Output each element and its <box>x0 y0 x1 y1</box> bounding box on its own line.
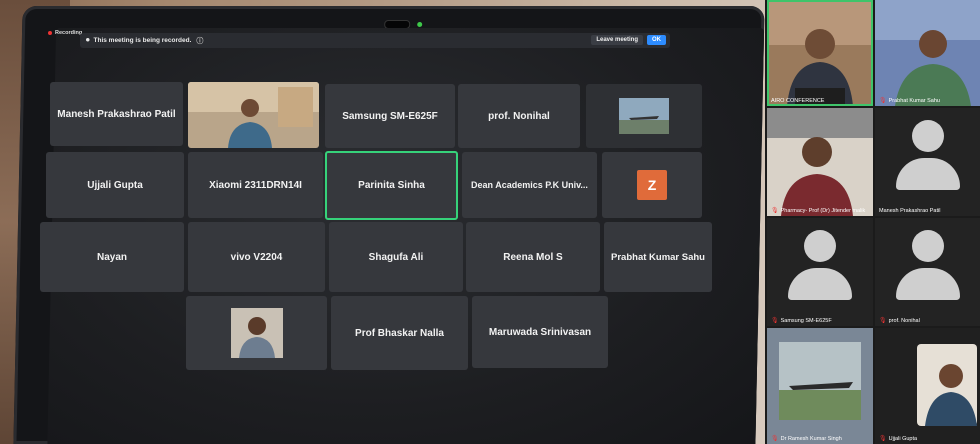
participant-tile[interactable]: Z <box>602 152 702 218</box>
participant-name: 🎙 Pharmacy- Prof (Dr) Jitender malik <box>771 208 866 214</box>
default-avatar-icon <box>895 230 960 310</box>
recording-indicator: Recording <box>48 30 82 36</box>
initial-avatar: Z <box>637 170 667 200</box>
muted-mic-icon: 🎙 <box>879 98 887 104</box>
participant-name: 🎙 Samsung SM-E625F <box>771 318 832 324</box>
recording-banner: ⏺ This meeting is being recorded. ⓘ Leav… <box>80 33 670 48</box>
participant-video-man-icon <box>767 108 873 216</box>
participant-name: 🎙 Prabhat Kumar Sahu <box>879 98 940 104</box>
participant-name: AIRO CONFERENCE <box>771 98 825 104</box>
leave-meeting-button[interactable]: Leave meeting <box>591 35 643 45</box>
participant-tile[interactable]: Xiaomi 2311DRN14I <box>188 152 323 218</box>
participant-video-man-icon <box>875 328 980 444</box>
side-video-tile[interactable]: 🎙 Dr Ramesh Kumar Singh <box>767 328 873 444</box>
recording-message: This meeting is being recorded. <box>93 37 192 44</box>
participant-video-tile[interactable] <box>188 82 319 148</box>
side-avatar-tile[interactable]: 🎙 prof. Nonihal <box>875 218 980 326</box>
side-avatar-tile[interactable]: 🎙 Samsung SM-E625F <box>767 218 873 326</box>
side-video-tile[interactable]: 🎙 Pharmacy- Prof (Dr) Jitender malik <box>767 108 873 216</box>
active-speaker-tile[interactable]: Parinita Sinha <box>325 151 458 220</box>
participant-tile[interactable]: Prof Bhaskar Nalla <box>331 296 468 370</box>
muted-mic-icon: 🎙 <box>771 208 779 214</box>
participant-tile[interactable]: Maruwada Srinivasan <box>472 296 608 368</box>
record-icon: ⏺ <box>86 36 90 44</box>
participant-tile[interactable]: Manesh Prakashrao Patil <box>50 82 183 146</box>
participant-tile[interactable] <box>586 84 702 148</box>
airplane-background-icon <box>767 328 873 444</box>
info-icon[interactable]: ⓘ <box>196 36 203 46</box>
participant-video-tile[interactable] <box>186 296 327 370</box>
participant-video-man-icon <box>875 0 980 106</box>
participant-tile[interactable]: Dean Academics P.K Univ... <box>462 152 597 218</box>
muted-mic-icon: 🎙 <box>771 436 779 442</box>
participant-name: 🎙 Ujjali Gupta <box>879 436 918 442</box>
participant-tile[interactable]: vivo V2204 <box>188 222 325 292</box>
participant-video-man-icon <box>767 0 873 106</box>
airplane-thumbnail-icon <box>619 98 669 134</box>
muted-mic-icon: 🎙 <box>879 436 887 442</box>
participant-tile[interactable]: Shagufa Ali <box>329 222 463 292</box>
side-video-tile[interactable]: 🎙 Ujjali Gupta <box>875 328 980 444</box>
laptop-photo: Recording ⏺ This meeting is being record… <box>0 0 765 444</box>
participant-video-person-icon <box>230 308 283 358</box>
recording-dot-icon <box>48 31 52 35</box>
participant-tile[interactable]: Ujjali Gupta <box>46 152 184 218</box>
default-avatar-icon <box>895 120 960 200</box>
muted-mic-icon: 🎙 <box>771 318 779 324</box>
participant-side-panel: AIRO CONFERENCE 🎙 Prabhat Kumar Sahu 🎙 Pha… <box>765 0 980 444</box>
participant-name: 🎙 Dr Ramesh Kumar Singh <box>771 436 842 442</box>
participant-tile[interactable]: Prabhat Kumar Sahu <box>604 222 712 292</box>
participant-name: Manesh Prakashrao Patil <box>879 208 941 214</box>
webcam-light <box>417 22 423 27</box>
default-avatar-icon <box>788 230 852 310</box>
participant-tile[interactable]: prof. Nonihal <box>458 84 580 148</box>
participant-tile[interactable]: Nayan <box>40 222 184 292</box>
side-avatar-tile[interactable]: Manesh Prakashrao Patil <box>875 108 980 216</box>
participant-tile[interactable]: Samsung SM-E625F <box>325 84 455 148</box>
participant-name: 🎙 prof. Nonihal <box>879 318 920 324</box>
muted-mic-icon: 🎙 <box>879 318 887 324</box>
participant-tile[interactable]: Reena Mol S <box>466 222 600 292</box>
side-video-tile[interactable]: 🎙 Prabhat Kumar Sahu <box>875 0 980 106</box>
side-video-tile[interactable]: AIRO CONFERENCE <box>767 0 873 106</box>
ok-button[interactable]: OK <box>647 35 666 45</box>
participant-video-man-icon <box>188 82 319 148</box>
